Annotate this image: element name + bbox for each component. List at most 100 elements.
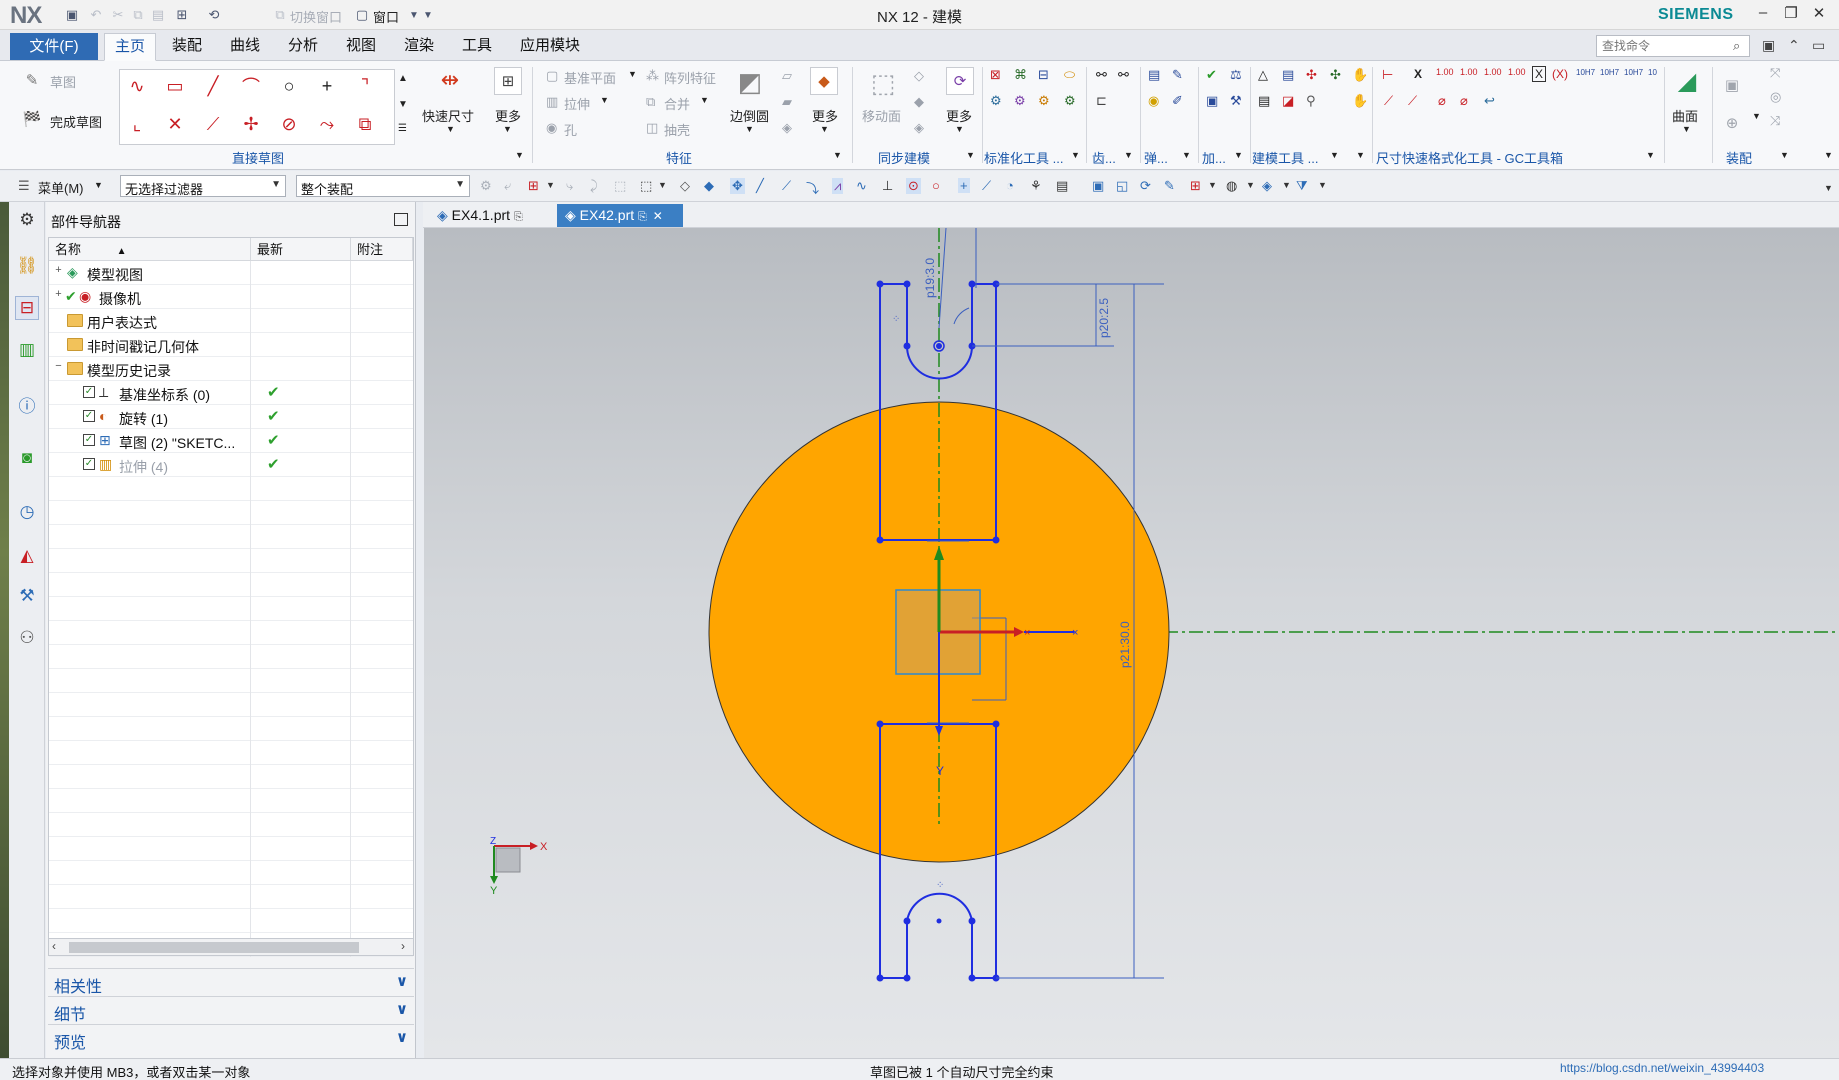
display-cube-icon[interactable]: ◈ — [1262, 178, 1272, 194]
column-header-notes[interactable]: 附注 — [351, 238, 413, 261]
dim-tool-icon-9[interactable]: 10H7 — [1576, 68, 1595, 77]
scrollbar-thumb[interactable] — [69, 942, 359, 953]
shell-icon[interactable]: ◫ — [646, 120, 658, 136]
dim-tool-icon-16[interactable]: ⌀ — [1460, 93, 1468, 109]
rectangle-icon[interactable]: ▭ — [160, 71, 190, 101]
doc-tab-ex41[interactable]: ◈ EX4.1.prt ⎘ — [429, 204, 553, 227]
edge-blend-button[interactable]: 边倒圆 — [730, 106, 769, 125]
collapse-ribbon-icon[interactable]: ⌃ — [1788, 37, 1800, 54]
snap-on-face-icon[interactable]: ◔ — [1006, 178, 1014, 193]
modeling-tool-icon-2[interactable]: ▤ — [1282, 67, 1294, 83]
tab-tools[interactable]: 工具 — [452, 33, 502, 61]
dim-tool-icon-15[interactable]: ⌀ — [1438, 93, 1446, 109]
palette-icon[interactable]: ◭ — [15, 544, 39, 568]
assembly-tool-icon-3[interactable]: ⤧ — [1770, 65, 1780, 81]
spring-tool-icon-2[interactable]: ✎ — [1172, 67, 1183, 83]
gallery-down-icon[interactable]: ▼ — [398, 99, 408, 110]
visibility-checkbox[interactable]: ✓ — [83, 386, 95, 398]
std-tool-icon-5[interactable]: ⚙ — [990, 93, 1002, 109]
snap-tangent-icon[interactable]: ○ — [932, 178, 940, 193]
circle-icon[interactable]: ○ — [274, 71, 304, 101]
surface-icon[interactable]: ◢ — [1670, 66, 1704, 96]
feature-tool-icon-2[interactable]: ▰ — [782, 94, 792, 110]
std-tool-icon-8[interactable]: ⚙ — [1064, 93, 1076, 109]
pattern-curve-icon[interactable]: ⧉ — [350, 109, 380, 139]
pattern-feature-icon[interactable]: ⁂ — [646, 68, 659, 84]
snap-end-point-icon[interactable]: ╱ — [756, 178, 764, 194]
std-tool-icon-6[interactable]: ⚙ — [1014, 93, 1026, 109]
dim-tool-icon-11[interactable]: 10H7 — [1624, 68, 1643, 77]
add-tool-icon-2[interactable]: ⚖ — [1230, 67, 1242, 83]
datum-plane-icon[interactable]: ▢ — [546, 68, 558, 84]
dim-tool-icon-12[interactable]: 10 — [1648, 68, 1657, 77]
shell-button[interactable]: 抽壳 — [664, 120, 690, 139]
view-orient-dropdown-icon[interactable]: ▼ — [1208, 180, 1217, 190]
sync-tool-icon-3[interactable]: ◈ — [914, 120, 924, 136]
tree-row-extrude[interactable]: ✓ ▥ 拉伸 (4) ✔ — [49, 453, 413, 477]
tree-row-cameras[interactable]: + ✔ ◉ 摄像机 — [49, 285, 413, 309]
rectangle-select-icon[interactable]: ⬚ — [640, 178, 652, 194]
dim-p20-label[interactable]: p20:2.5 — [1097, 298, 1111, 338]
snap-icon-1[interactable]: ◇ — [680, 178, 690, 194]
modeling-tool-icon-1[interactable]: △ — [1258, 67, 1268, 83]
select-dropdown-icon[interactable]: ▼ — [658, 180, 667, 190]
horizontal-scrollbar[interactable]: ‹ › — [48, 938, 414, 956]
add-tool-icon-4[interactable]: ⚒ — [1230, 93, 1242, 109]
arc-icon[interactable]: ⌒ — [236, 71, 266, 101]
scroll-right-icon[interactable]: › — [401, 939, 405, 953]
dim-tool-icon-7[interactable]: X — [1532, 66, 1547, 82]
close-tab-icon[interactable]: ✕ — [653, 209, 663, 223]
snap-on-curve-icon[interactable]: ⟋ — [982, 178, 991, 194]
tree-row-user-expressions[interactable]: 用户表达式 — [49, 309, 413, 333]
tree-row-datum-csys[interactable]: ✓ ⟂ 基准坐标系 (0) ✔ — [49, 381, 413, 405]
group-gear-dropdown-icon[interactable]: ▼ — [1124, 150, 1133, 160]
dim-tool-icon-5[interactable]: 1.00 — [1484, 67, 1502, 77]
assembly-navigator-icon[interactable]: ⛓ — [15, 254, 39, 278]
more-sketch-dropdown-icon[interactable]: ▼ — [503, 124, 512, 134]
tree-row-non-timestamp-geometry[interactable]: 非时间戳记几何体 — [49, 333, 413, 357]
group-sync-dropdown-icon[interactable]: ▼ — [966, 150, 975, 160]
section-view-icon[interactable]: ⧩ — [1296, 178, 1308, 194]
tree-row-model-history[interactable]: − 模型历史记录 — [49, 357, 413, 381]
tab-application[interactable]: 应用模块 — [510, 33, 590, 61]
group-modeling-tools-dropdown-icon[interactable]: ▼ — [1330, 150, 1339, 160]
unite-button[interactable]: 合并 — [664, 94, 690, 113]
process-studio-icon[interactable]: ⚒ — [15, 584, 39, 608]
make-corner-icon[interactable]: ✢ — [236, 109, 266, 139]
close-button[interactable]: ✕ — [1806, 4, 1832, 26]
mirror-curve-icon[interactable]: ⤳ — [312, 109, 342, 139]
group-more-dropdown-icon[interactable]: ▼ — [1356, 150, 1365, 160]
unite-icon[interactable]: ⧉ — [646, 94, 655, 110]
more-sketch-button[interactable]: 更多 — [495, 106, 521, 125]
column-header-updated[interactable]: 最新 — [251, 238, 351, 261]
snap-pole-icon[interactable]: ▤ — [1056, 178, 1068, 194]
filter-dropdown-icon[interactable]: ▼ — [546, 180, 555, 190]
dim-tool-icon-4[interactable]: 1.00 — [1460, 67, 1478, 77]
dim-p21-label[interactable]: p21:30.0 — [1118, 621, 1132, 668]
view-rotate-icon[interactable]: ⟳ — [1140, 178, 1151, 194]
tab-assembly[interactable]: 装配 — [162, 33, 212, 61]
group-dim-tools-dropdown-icon[interactable]: ▼ — [1646, 150, 1655, 160]
profile-icon[interactable]: ∿ — [122, 71, 152, 101]
snap-bounded-icon[interactable]: ⚘ — [1030, 178, 1042, 194]
spring-tool-icon-1[interactable]: ▤ — [1148, 67, 1160, 83]
command-search-input[interactable] — [1596, 35, 1750, 57]
fillet-icon[interactable]: ⌝ — [350, 71, 380, 101]
render-style-icon[interactable]: ◍ — [1226, 178, 1237, 194]
assembly-tool-icon-5[interactable]: ⤨ — [1770, 113, 1780, 129]
roles-icon[interactable]: ⚇ — [15, 626, 39, 650]
filter-tool-icon-4[interactable]: ⤷ — [566, 178, 573, 194]
extrude-button[interactable]: 拉伸 — [564, 94, 590, 113]
more-sync-dropdown-icon[interactable]: ▼ — [955, 124, 964, 134]
gear-tool-icon-3[interactable]: ⊏ — [1096, 93, 1107, 109]
finish-sketch-icon[interactable]: 🏁 — [22, 109, 42, 129]
more-sync-icon[interactable]: ⟳ — [946, 67, 974, 95]
type-filter-select[interactable]: 无选择过滤器 ▼ — [120, 175, 286, 197]
filter-tool-icon-1[interactable]: ⚙ — [480, 178, 492, 194]
filter-tool-icon-5[interactable]: ⤸ — [590, 178, 598, 194]
std-tool-icon-3[interactable]: ⊟ — [1038, 67, 1049, 83]
snap-control-point-icon[interactable]: ⤵ — [806, 178, 819, 197]
feature-tool-icon-3[interactable]: ◈ — [782, 120, 792, 136]
sync-tool-icon-1[interactable]: ◇ — [914, 68, 924, 84]
reuse-library-icon[interactable]: ▥ — [15, 338, 39, 362]
